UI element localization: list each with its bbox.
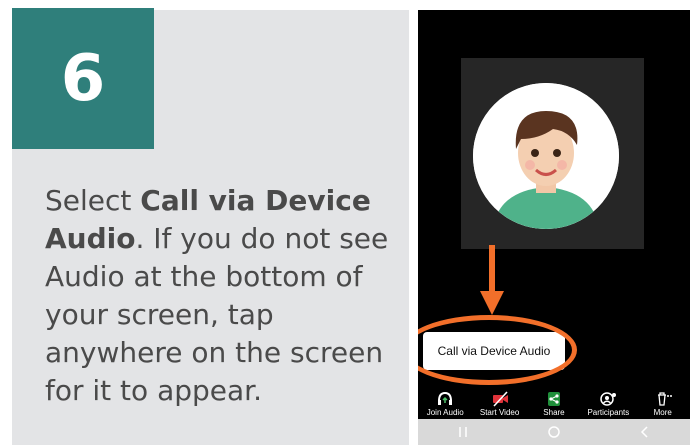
avatar-illustration	[473, 83, 619, 229]
more-icon	[657, 392, 672, 406]
highlight-circle	[418, 315, 577, 385]
back-icon[interactable]	[638, 425, 652, 439]
participants-icon	[600, 392, 617, 406]
step-badge: 6	[12, 8, 154, 149]
recents-icon[interactable]	[456, 425, 470, 439]
avatar	[473, 83, 619, 229]
video-tile	[461, 58, 644, 249]
participants-label: Participants	[587, 408, 630, 417]
video-off-icon	[492, 391, 508, 407]
participants-button[interactable]: Participants	[582, 390, 634, 417]
start-video-label: Start Video	[479, 408, 520, 417]
android-nav-bar	[418, 419, 690, 445]
share-label: Share	[543, 408, 565, 417]
share-button[interactable]: Share	[528, 390, 580, 417]
join-audio-label: Join Audio	[426, 408, 464, 417]
down-arrow-icon	[480, 245, 504, 315]
headphones-icon	[438, 391, 453, 405]
home-icon[interactable]	[547, 425, 561, 439]
step-number: 6	[60, 41, 106, 116]
instruction-prefix: Select	[45, 184, 141, 217]
join-audio-button[interactable]: Join Audio	[419, 390, 471, 417]
more-button[interactable]: More	[637, 390, 689, 417]
instruction-text: Select Call via Device Audio. If you do …	[45, 182, 395, 410]
share-icon	[547, 392, 560, 406]
meeting-toolbar: Join Audio Start Video Share Participant…	[418, 386, 690, 419]
start-video-button[interactable]: Start Video	[474, 390, 526, 417]
phone-screen: Call via Device Audio Join Audio Start V…	[418, 10, 690, 445]
more-label: More	[653, 408, 672, 417]
